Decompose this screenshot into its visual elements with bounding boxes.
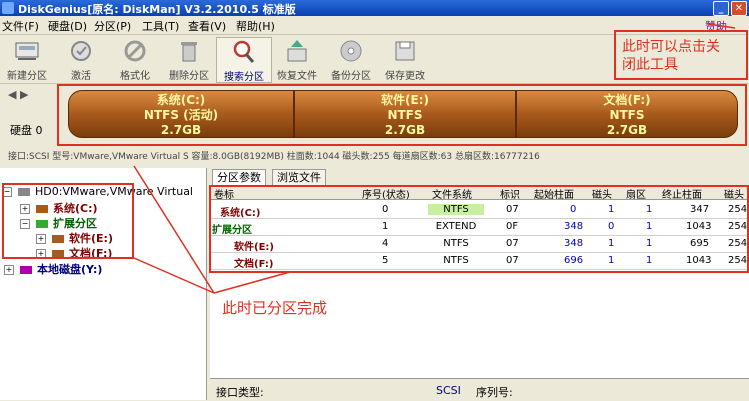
delete-partition-label: 删除分区 <box>169 71 209 82</box>
iface-type-label: 接口类型: <box>216 386 264 399</box>
delete-partition-button[interactable]: 删除分区 <box>162 37 216 82</box>
format-icon <box>124 40 146 62</box>
minimize-button[interactable]: _ <box>713 1 729 16</box>
save-changes-button[interactable]: 保存更改 <box>378 37 432 82</box>
backup-partition-label: 备份分区 <box>331 71 371 82</box>
table-highlight <box>209 185 749 273</box>
menu-tools[interactable]: 工具(T) <box>142 18 179 34</box>
disk-info-line: 接口:SCSI 型号:VMware,VMware Virtual S 容量:8.… <box>8 152 540 162</box>
menu-file[interactable]: 文件(F) <box>2 18 39 34</box>
new-partition-icon <box>15 42 39 60</box>
new-partition-button[interactable]: 新建分区 <box>0 37 54 82</box>
app-icon <box>2 2 14 14</box>
save-changes-icon <box>395 41 415 61</box>
tab-partition-params[interactable]: 分区参数 <box>212 169 266 185</box>
activate-label: 激活 <box>71 71 91 82</box>
new-partition-label: 新建分区 <box>7 71 47 82</box>
recover-file-button[interactable]: 恢复文件 <box>270 37 324 82</box>
close-hint-line: 此时可以点击关 <box>622 39 720 55</box>
close-button[interactable]: ✕ <box>731 1 747 16</box>
tab-browse-files[interactable]: 浏览文件 <box>272 169 326 185</box>
tree-highlight <box>2 183 134 259</box>
tree-item-label: 本地磁盘(Y:) <box>37 263 103 276</box>
activate-icon <box>71 41 91 61</box>
recover-file-icon <box>287 40 307 62</box>
search-partition-button[interactable]: 搜索分区 <box>216 37 272 83</box>
close-hint-line: 闭此工具 <box>622 57 678 73</box>
iface-type-value: SCSI <box>436 384 461 397</box>
menu-help[interactable]: 帮助(H) <box>236 18 275 34</box>
close-hint-text: 此时可以点击关 闭此工具 <box>622 38 720 74</box>
tab-strip: 分区参数 浏览文件 <box>210 168 749 185</box>
menu-disk[interactable]: 硬盘(D) <box>48 18 87 34</box>
title-bar: DiskGenius[原名: DiskMan] V3.2.2010.5 标准版 … <box>0 0 749 16</box>
serial-label: 序列号: <box>476 386 513 399</box>
disk-properties-panel: 接口类型: SCSI 序列号: <box>210 378 749 401</box>
backup-partition-icon <box>340 40 362 62</box>
local-disk-icon <box>19 266 32 274</box>
menu-partition[interactable]: 分区(P) <box>94 18 131 34</box>
backup-partition-button[interactable]: 备份分区 <box>324 37 378 82</box>
search-partition-label: 搜索分区 <box>224 72 264 83</box>
save-changes-label: 保存更改 <box>385 71 425 82</box>
search-partition-icon <box>233 40 255 63</box>
format-button[interactable]: 格式化 <box>108 37 162 82</box>
tree-local-disk[interactable]: + 本地磁盘(Y:) <box>4 261 102 277</box>
close-hint-line: 此时可以点击关 闭此工具 <box>622 38 720 74</box>
menu-view[interactable]: 查看(V) <box>188 18 226 34</box>
expand-icon[interactable]: + <box>4 265 14 275</box>
delete-partition-icon <box>181 42 197 62</box>
disk-navigator: ◀ ▶ 硬盘 0 <box>0 84 62 146</box>
format-label: 格式化 <box>120 71 150 82</box>
disk-label: 硬盘 0 <box>10 124 43 137</box>
activate-button[interactable]: 激活 <box>54 37 108 82</box>
window-title: DiskGenius[原名: DiskMan] V3.2.2010.5 标准版 <box>18 3 296 16</box>
done-hint-text: 此时已分区完成 <box>222 299 328 317</box>
disk-nav-arrows[interactable]: ◀ ▶ <box>8 88 28 101</box>
partition-map-highlight <box>57 84 747 146</box>
recover-file-label: 恢复文件 <box>277 71 317 82</box>
